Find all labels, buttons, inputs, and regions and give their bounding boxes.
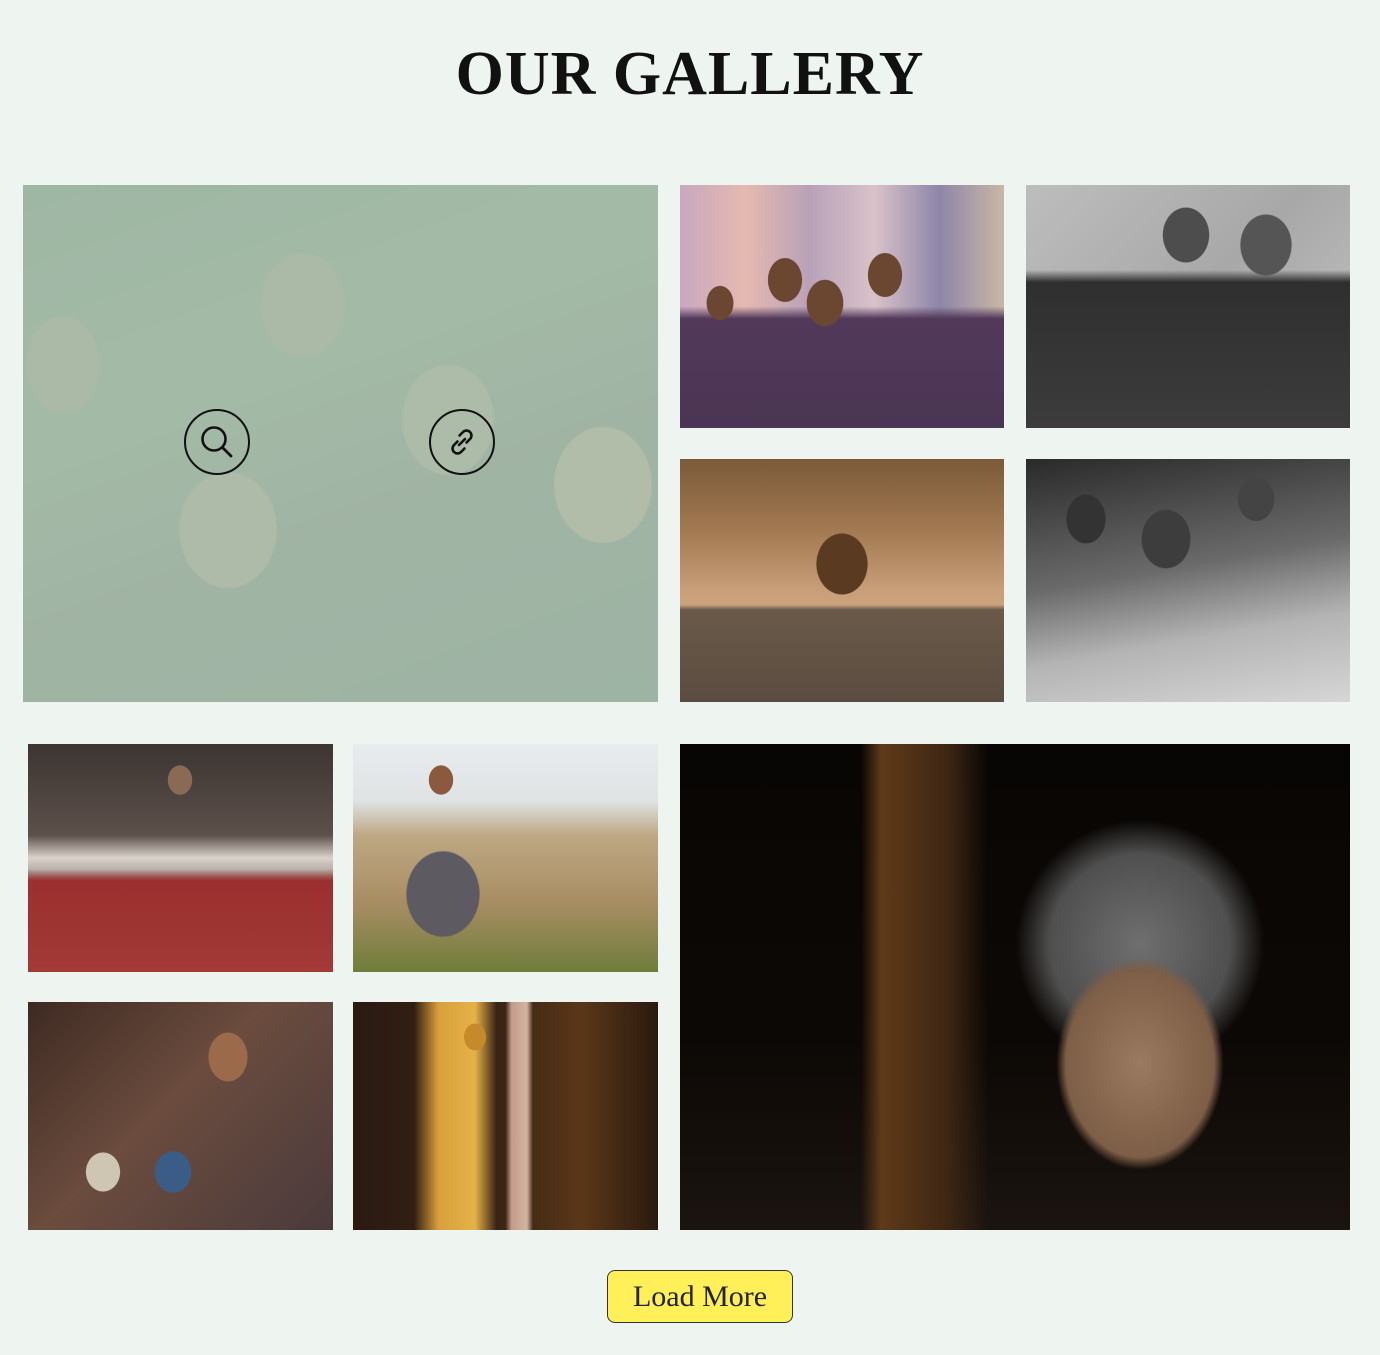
gallery-item-9[interactable] [353,1002,658,1230]
gallery-photo-elderly-woman [680,744,1350,1230]
gallery-photo-mother-children [28,1002,333,1230]
gallery-item-2[interactable] [680,185,1004,428]
search-icon [201,426,233,458]
load-more-button[interactable]: Load More [607,1270,793,1323]
gallery-item-5[interactable] [1026,459,1350,702]
gallery-photo-children-close [23,185,658,702]
gallery-photo-smiling-boy [680,459,1004,702]
gallery-item-6[interactable] [28,744,333,972]
zoom-button[interactable] [184,409,250,475]
gallery-photo-street-children [680,185,1004,428]
gallery-photo-farmer [353,744,658,972]
gallery-photo-woman-yellow-sari [353,1002,658,1230]
hover-overlay [23,185,658,702]
gallery-photo-children-eating [1026,459,1350,702]
link-icon [451,429,473,455]
gallery-title: OUR GALLERY [455,40,925,108]
gallery-item-8[interactable] [28,1002,333,1230]
gallery-item-7[interactable] [353,744,658,972]
gallery-photo-boys-hugging [1026,185,1350,428]
gallery-item-10[interactable] [680,744,1350,1230]
link-button[interactable] [429,409,495,475]
gallery-item-3[interactable] [1026,185,1350,428]
gallery-item-4[interactable] [680,459,1004,702]
gallery-photo-tailor [28,744,333,972]
gallery-item-1[interactable] [23,185,658,702]
